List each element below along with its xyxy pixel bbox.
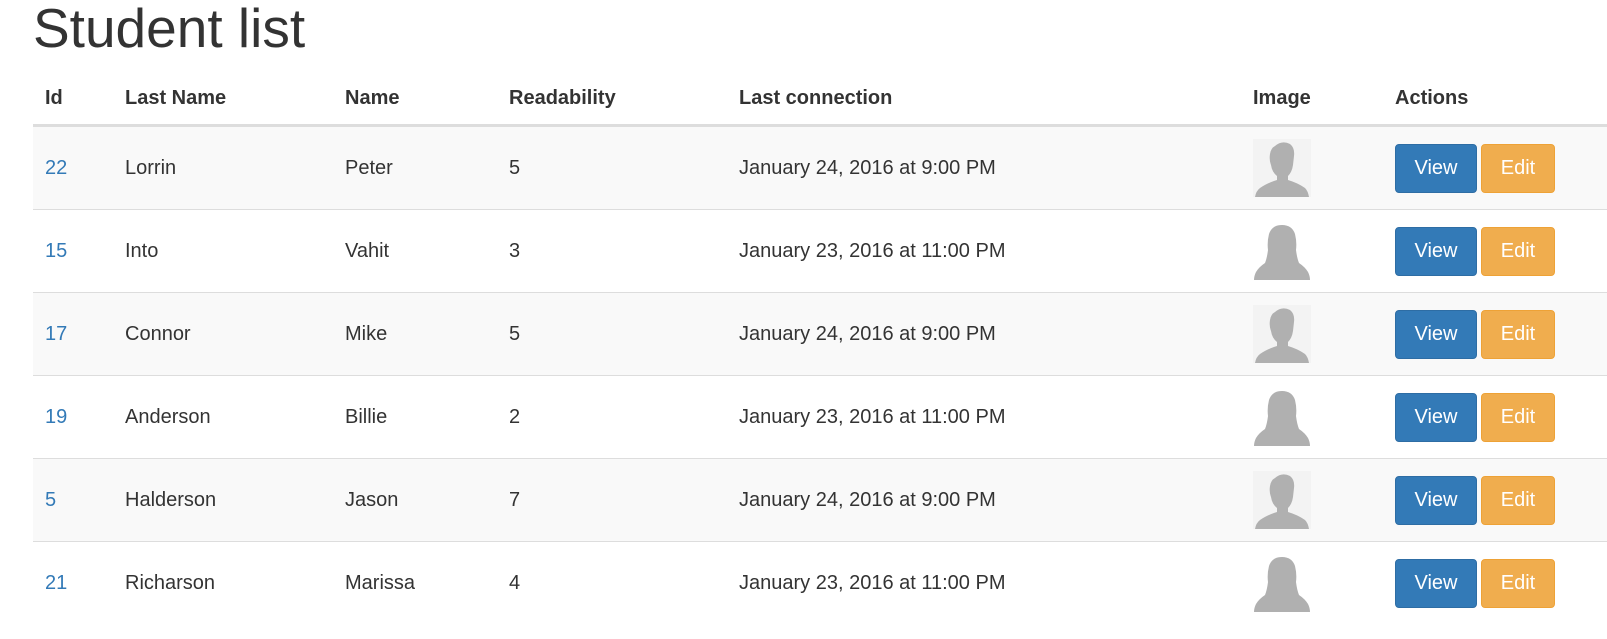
column-header-last-name: Last Name (113, 73, 333, 127)
edit-button[interactable]: Edit (1481, 226, 1555, 276)
table-body: 22 Lorrin Peter 5 January 24, 2016 at 9:… (33, 125, 1607, 624)
cell-actions: View Edit (1383, 458, 1607, 542)
view-button[interactable]: View (1395, 558, 1477, 608)
view-button[interactable]: View (1395, 143, 1477, 193)
cell-last-name: Halderson (113, 458, 333, 542)
cell-image (1241, 209, 1383, 293)
cell-image (1241, 375, 1383, 459)
view-button[interactable]: View (1395, 309, 1477, 359)
cell-name: Mike (333, 292, 497, 376)
cell-image (1241, 458, 1383, 542)
cell-readability: 3 (497, 209, 727, 293)
student-id-link[interactable]: 21 (45, 572, 67, 594)
cell-actions: View Edit (1383, 541, 1607, 624)
cell-last-connection: January 24, 2016 at 9:00 PM (727, 125, 1241, 210)
cell-readability: 2 (497, 375, 727, 459)
cell-id: 21 (33, 541, 113, 624)
cell-last-connection: January 23, 2016 at 11:00 PM (727, 375, 1241, 459)
student-list-page: Student list Id Last Name Name Readabili… (0, 0, 1607, 639)
cell-last-name: Lorrin (113, 125, 333, 210)
cell-actions: View Edit (1383, 375, 1607, 459)
cell-name: Billie (333, 375, 497, 459)
cell-last-connection: January 24, 2016 at 9:00 PM (727, 458, 1241, 542)
female-avatar-icon (1253, 554, 1311, 612)
cell-last-connection: January 23, 2016 at 11:00 PM (727, 209, 1241, 293)
column-header-last-connection: Last connection (727, 73, 1241, 127)
cell-name: Jason (333, 458, 497, 542)
student-table: Id Last Name Name Readability Last conne… (33, 73, 1607, 624)
cell-name: Marissa (333, 541, 497, 624)
cell-image (1241, 125, 1383, 210)
cell-actions: View Edit (1383, 292, 1607, 376)
column-header-actions: Actions (1383, 73, 1607, 127)
cell-readability: 4 (497, 541, 727, 624)
student-id-link[interactable]: 19 (45, 406, 67, 428)
student-id-link[interactable]: 22 (45, 157, 67, 179)
cell-last-name: Richarson (113, 541, 333, 624)
cell-id: 15 (33, 209, 113, 293)
edit-button[interactable]: Edit (1481, 558, 1555, 608)
column-header-name: Name (333, 73, 497, 127)
edit-button[interactable]: Edit (1481, 392, 1555, 442)
column-header-image: Image (1241, 73, 1383, 127)
female-avatar-icon (1253, 222, 1311, 280)
male-avatar-icon (1253, 305, 1311, 363)
cell-name: Peter (333, 125, 497, 210)
cell-last-connection: January 23, 2016 at 11:00 PM (727, 541, 1241, 624)
student-id-link[interactable]: 17 (45, 323, 67, 345)
table-row: 22 Lorrin Peter 5 January 24, 2016 at 9:… (33, 125, 1607, 210)
table-row: 17 Connor Mike 5 January 24, 2016 at 9:0… (33, 292, 1607, 376)
cell-image (1241, 541, 1383, 624)
edit-button[interactable]: Edit (1481, 309, 1555, 359)
header-row: Id Last Name Name Readability Last conne… (33, 73, 1607, 127)
edit-button[interactable]: Edit (1481, 143, 1555, 193)
cell-name: Vahit (333, 209, 497, 293)
cell-last-name: Connor (113, 292, 333, 376)
view-button[interactable]: View (1395, 226, 1477, 276)
cell-image (1241, 292, 1383, 376)
cell-last-name: Into (113, 209, 333, 293)
cell-actions: View Edit (1383, 125, 1607, 210)
column-header-readability: Readability (497, 73, 727, 127)
table-row: 21 Richarson Marissa 4 January 23, 2016 … (33, 541, 1607, 624)
cell-readability: 7 (497, 458, 727, 542)
female-avatar-icon (1253, 388, 1311, 446)
cell-id: 17 (33, 292, 113, 376)
cell-id: 22 (33, 125, 113, 210)
table-row: 15 Into Vahit 3 January 23, 2016 at 11:0… (33, 209, 1607, 293)
table-row: 5 Halderson Jason 7 January 24, 2016 at … (33, 458, 1607, 542)
cell-readability: 5 (497, 125, 727, 210)
edit-button[interactable]: Edit (1481, 475, 1555, 525)
student-id-link[interactable]: 5 (45, 489, 56, 511)
view-button[interactable]: View (1395, 475, 1477, 525)
male-avatar-icon (1253, 139, 1311, 197)
cell-actions: View Edit (1383, 209, 1607, 293)
cell-last-connection: January 24, 2016 at 9:00 PM (727, 292, 1241, 376)
cell-readability: 5 (497, 292, 727, 376)
cell-id: 5 (33, 458, 113, 542)
cell-id: 19 (33, 375, 113, 459)
cell-last-name: Anderson (113, 375, 333, 459)
student-id-link[interactable]: 15 (45, 240, 67, 262)
column-header-id: Id (33, 73, 113, 127)
view-button[interactable]: View (1395, 392, 1477, 442)
table-row: 19 Anderson Billie 2 January 23, 2016 at… (33, 375, 1607, 459)
page-title: Student list (33, 0, 306, 59)
table-header: Id Last Name Name Readability Last conne… (33, 73, 1607, 127)
male-avatar-icon (1253, 471, 1311, 529)
